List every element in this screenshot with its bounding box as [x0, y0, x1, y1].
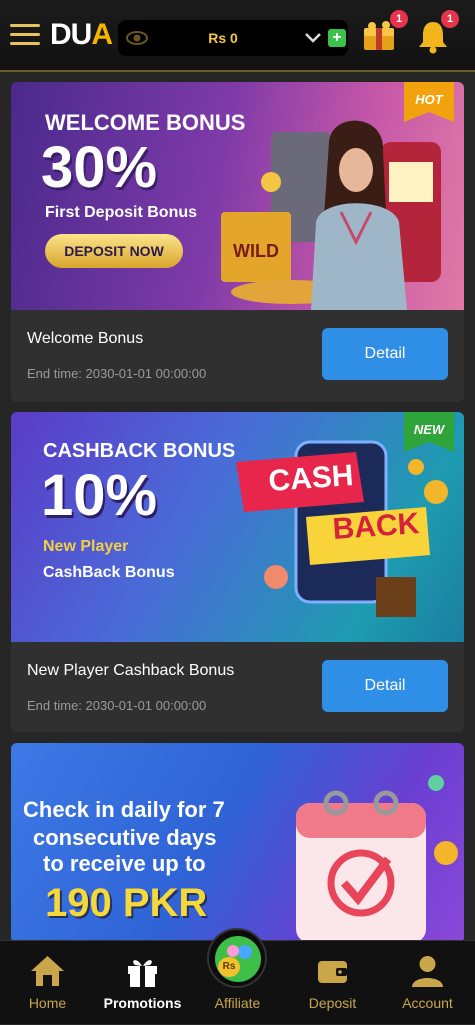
promo-info-cashback: New Player Cashback Bonus End time: 2030…	[11, 642, 464, 732]
banner-heading-3: to receive up to	[43, 851, 206, 876]
top-bar: DUA Rs 0 + 1 1	[0, 0, 475, 72]
calendar-illustration	[296, 775, 458, 943]
banner-subheading: First Deposit Bonus	[45, 204, 198, 221]
affiliate-coin: Rs	[218, 957, 240, 977]
add-funds-button[interactable]: +	[328, 29, 346, 47]
notification-badge: 1	[441, 10, 459, 28]
hot-tag-label: HOT	[415, 92, 443, 107]
promo-banner-welcome[interactable]: WELCOME BONUS 30% First Deposit Bonus DE…	[11, 82, 464, 310]
banner-percent: 10%	[41, 463, 158, 528]
promo-banner-checkin[interactable]: Check in daily for 7 consecutive days to…	[11, 743, 464, 943]
balance-amount: Rs 0	[208, 30, 238, 46]
nav-deposit-label: Deposit	[308, 995, 357, 1011]
logo[interactable]: DUA	[50, 18, 113, 52]
banner-percent: 30%	[41, 135, 158, 200]
banner-subheading: New Player	[43, 538, 129, 555]
promo-card-cashback: CASHBACK BONUS 10% New Player CashBack B…	[11, 412, 464, 732]
nav-home[interactable]: Home	[0, 941, 95, 1025]
user-icon	[412, 956, 443, 987]
new-tag: NEW	[404, 412, 454, 452]
gift-badge: 1	[390, 10, 408, 28]
hamburger-menu-icon[interactable]	[10, 24, 40, 48]
wallet-icon	[318, 961, 347, 983]
nav-promotions-label: Promotions	[103, 995, 182, 1011]
nav-account-label: Account	[402, 995, 453, 1011]
promo-card-welcome: WELCOME BONUS 30% First Deposit Bonus DE…	[11, 82, 464, 402]
nav-promotions[interactable]: Promotions	[95, 941, 190, 1025]
promo-end-time: End time: 2030-01-01 00:00:00	[27, 366, 207, 381]
nav-home-label: Home	[28, 995, 67, 1011]
logo-text-accent: A	[91, 18, 113, 51]
chevron-down-icon[interactable]	[304, 28, 322, 46]
promo-card-checkin: Check in daily for 7 consecutive days to…	[11, 743, 464, 943]
promo-title: New Player Cashback Bonus	[27, 662, 235, 679]
gift-icon	[128, 960, 157, 987]
nav-account[interactable]: Account	[380, 941, 475, 1025]
promo-banner-cashback[interactable]: CASHBACK BONUS 10% New Player CashBack B…	[11, 412, 464, 642]
slot-machine-illustration: WILD	[221, 120, 441, 310]
hot-tag: HOT	[404, 82, 454, 122]
new-tag-label: NEW	[413, 422, 445, 437]
promo-info-welcome: Welcome Bonus End time: 2030-01-01 00:00…	[11, 310, 464, 402]
banner-heading: CASHBACK BONUS	[43, 440, 236, 462]
banner-heading-2: consecutive days	[33, 825, 217, 850]
banner-heading: Check in daily for 7	[23, 797, 225, 822]
deposit-now-button[interactable]: DEPOSIT NOW	[45, 234, 183, 268]
promo-title: Welcome Bonus	[27, 330, 144, 347]
balance-box[interactable]: Rs 0 +	[118, 20, 348, 56]
nav-affiliate-label: Affiliate	[214, 995, 261, 1011]
detail-button[interactable]: Detail	[322, 660, 448, 712]
svg-text:WILD: WILD	[233, 241, 279, 261]
logo-text: DU	[50, 18, 92, 51]
detail-button[interactable]: Detail	[322, 328, 448, 380]
affiliate-button[interactable]: Rs	[207, 928, 267, 988]
nav-deposit[interactable]: Deposit	[285, 941, 380, 1025]
banner-subheading-2: CashBack Bonus	[43, 564, 175, 581]
promo-end-time: End time: 2030-01-01 00:00:00	[27, 698, 207, 713]
home-icon	[31, 956, 64, 986]
banner-amount: 190 PKR	[45, 881, 208, 925]
